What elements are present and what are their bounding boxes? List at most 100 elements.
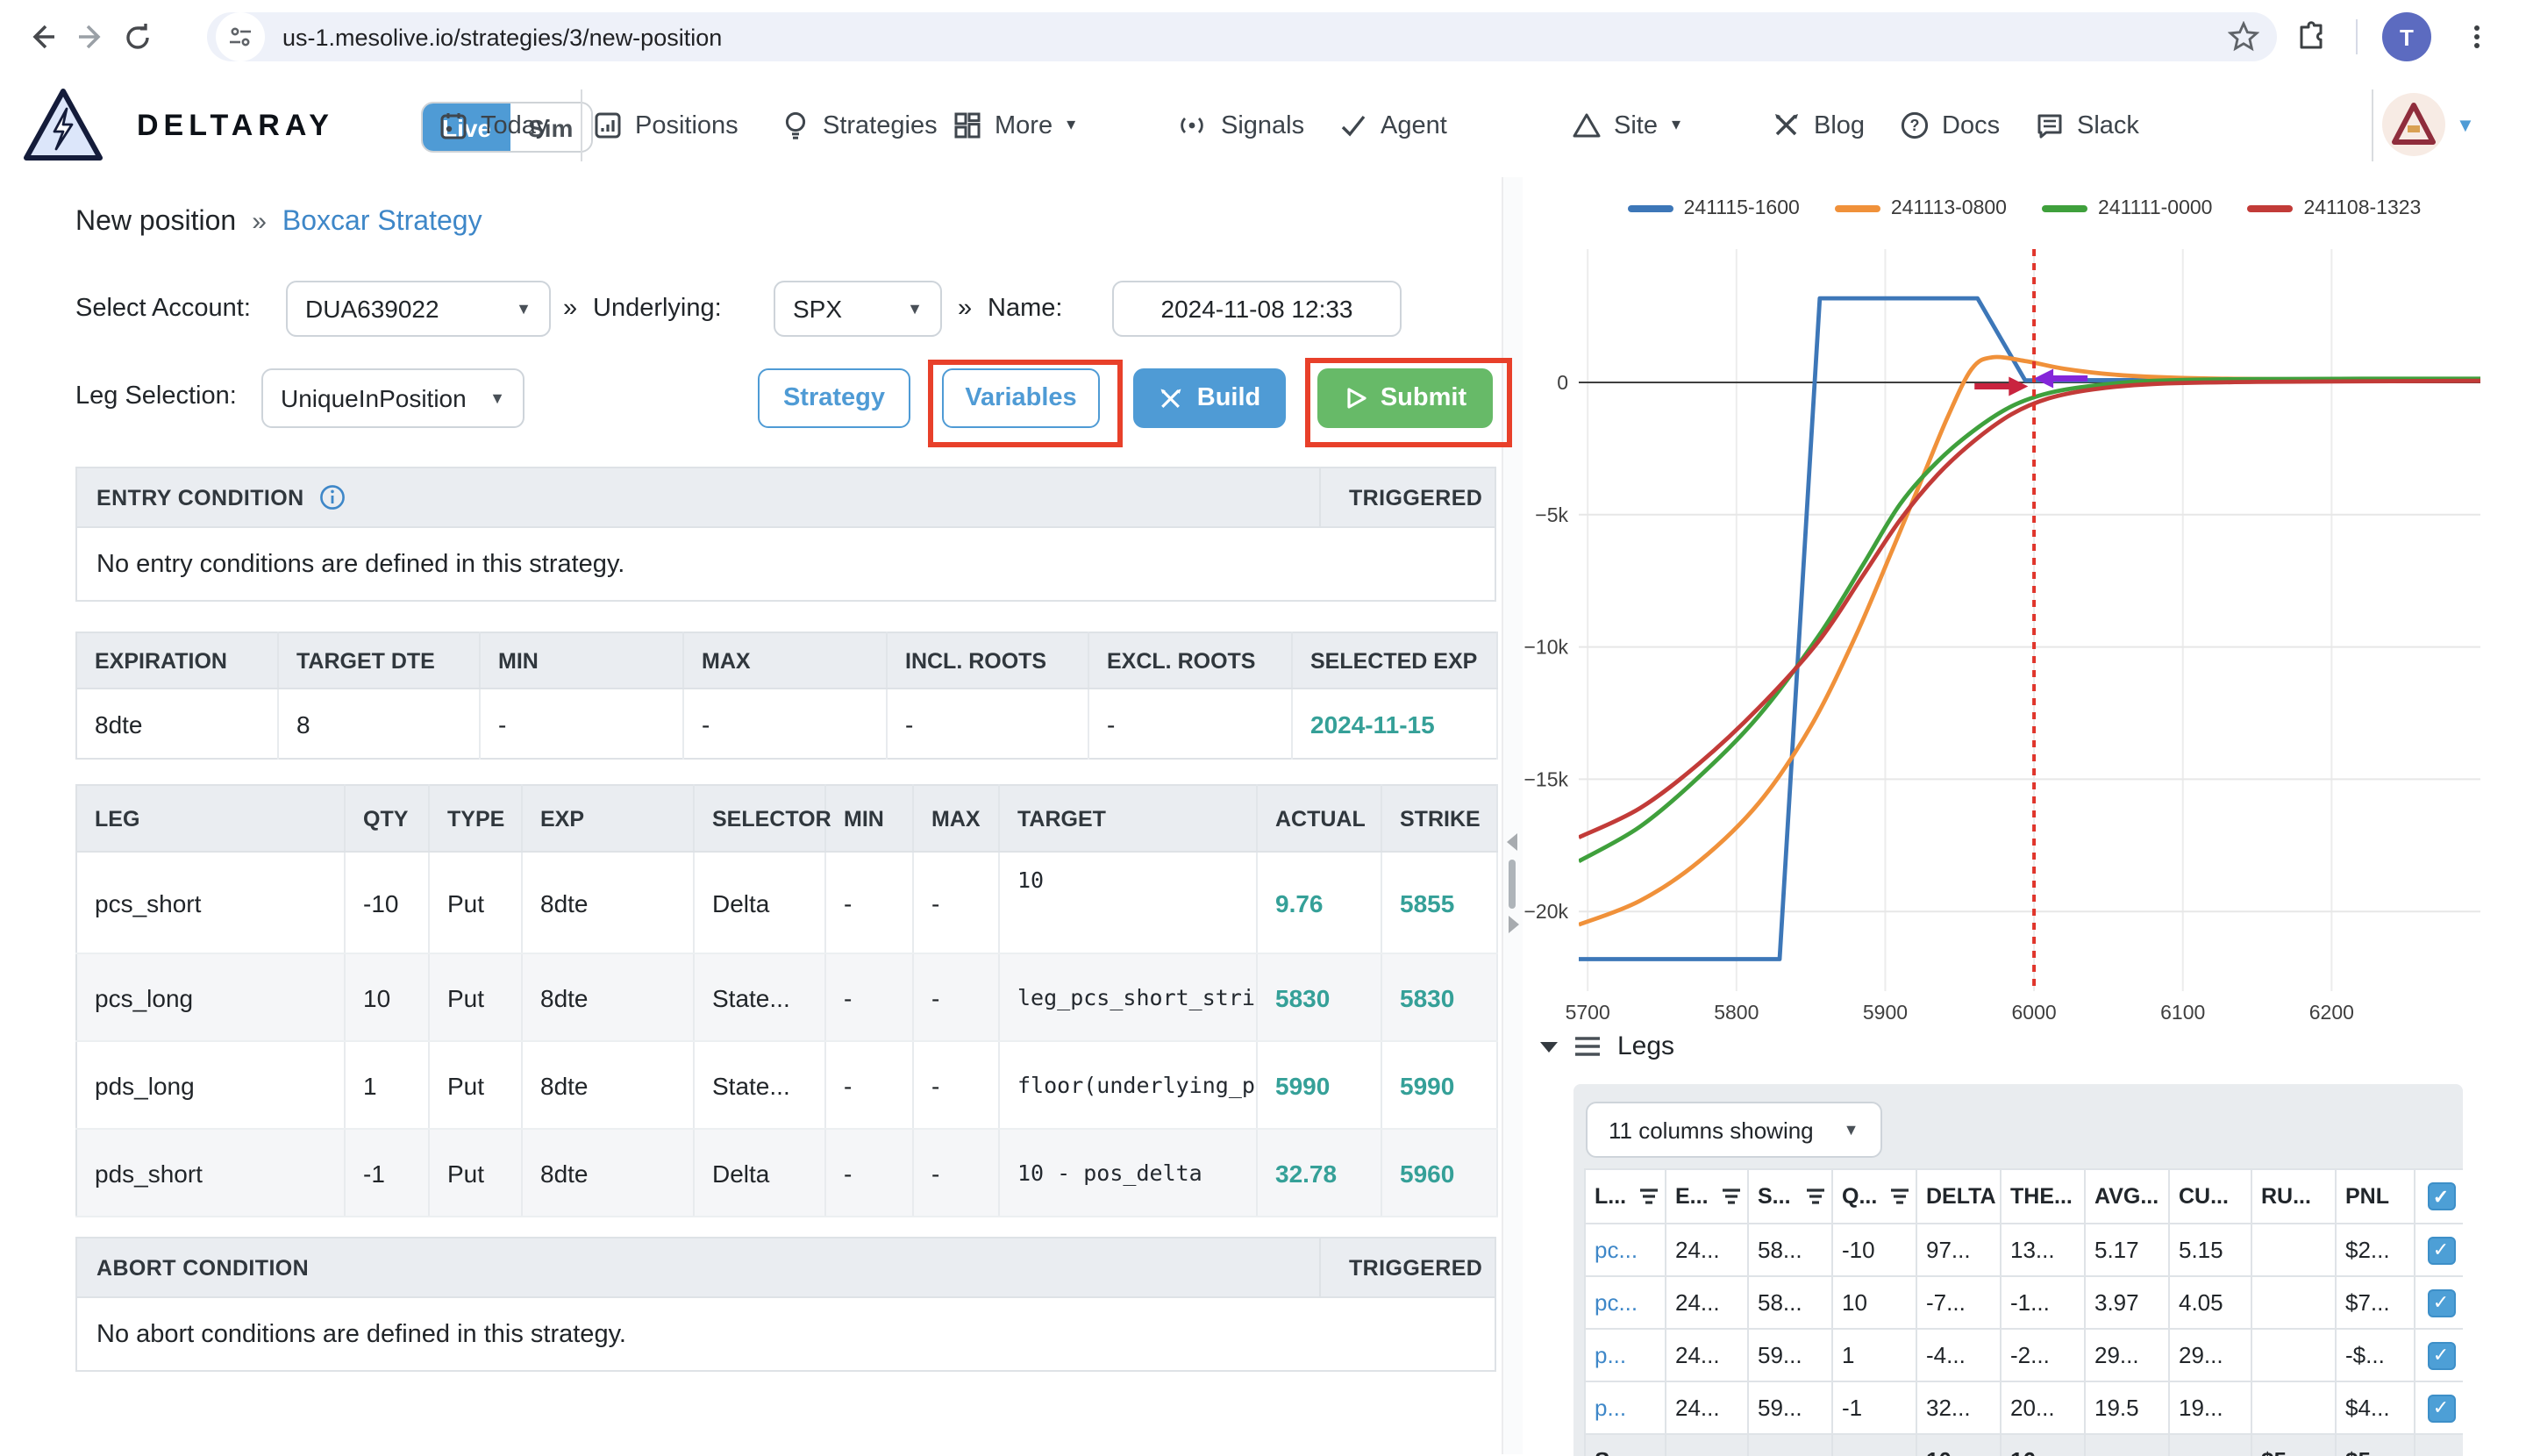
- legend-item[interactable]: 241108-1323: [2247, 198, 2421, 219]
- abort-condition-section: ABORT CONDITION TRIGGERED No abort condi…: [75, 1237, 1496, 1372]
- payoff-chart[interactable]: 0 −5k −10k −15k −20k 5700 5800 5900 6000 6100 6200: [1523, 177, 2526, 1028]
- cell-min: -: [825, 852, 914, 954]
- cell-strike[interactable]: 5830: [1381, 953, 1498, 1042]
- nav-item-site[interactable]: Site ▾: [1572, 74, 1680, 177]
- strategy-button[interactable]: Strategy: [758, 368, 910, 428]
- legend-item[interactable]: 241113-0800: [1834, 198, 2007, 219]
- nav-item-docs[interactable]: ? Docs: [1900, 74, 2000, 177]
- mini-cell: 58...: [1747, 1223, 1833, 1277]
- mini-cell: -$...: [2335, 1328, 2415, 1382]
- row-checkbox[interactable]: ✓: [2414, 1275, 2463, 1330]
- mini-cell[interactable]: pc...: [1584, 1223, 1666, 1277]
- col-incl-roots: INCL. ROOTS: [887, 632, 1089, 689]
- cell-strike[interactable]: 5990: [1381, 1041, 1498, 1130]
- legs-section-title: Legs: [1617, 1031, 1675, 1061]
- nav-item-strategies[interactable]: Strategies: [781, 74, 938, 177]
- svg-text:−20k: −20k: [1523, 900, 1568, 923]
- name-input[interactable]: 2024-11-08 12:33: [1112, 281, 1402, 337]
- nav-item-today[interactable]: Today: [439, 74, 548, 177]
- cell-target: 10: [999, 852, 1258, 954]
- address-bar[interactable]: us-1.mesolive.io/strategies/3/new-positi…: [207, 12, 2277, 61]
- mini-cell: [1831, 1433, 1917, 1456]
- collapse-right-icon[interactable]: [1509, 916, 1519, 933]
- cell-qty: -1: [345, 1129, 430, 1217]
- mini-col-s[interactable]: S...: [1747, 1168, 1833, 1224]
- browser-profile-avatar[interactable]: T: [2382, 12, 2431, 61]
- selected-exp-link[interactable]: 2024-11-15: [1292, 689, 1498, 759]
- nav-item-slack[interactable]: Slack: [2035, 74, 2139, 177]
- mini-cell-empty: [2414, 1433, 2463, 1456]
- mini-cell[interactable]: p...: [1584, 1381, 1666, 1435]
- expiration-table: EXPIRATION TARGET DTE MIN MAX INCL. ROOT…: [75, 632, 1498, 760]
- mini-cell: 24...: [1665, 1328, 1749, 1382]
- select-all-checkbox[interactable]: ✓: [2414, 1168, 2463, 1224]
- mini-cell[interactable]: p...: [1584, 1328, 1666, 1382]
- extensions-icon[interactable]: [2291, 16, 2333, 58]
- info-icon[interactable]: [320, 484, 346, 510]
- legs-mini-table: L... E... S... Q... DELTA THE... AVG... CU... RU…: [1584, 1168, 2463, 1456]
- cell-actual[interactable]: 32.78: [1257, 1129, 1382, 1217]
- bookmark-star-icon[interactable]: [2228, 21, 2259, 53]
- user-avatar[interactable]: [2382, 93, 2445, 156]
- mini-col-ru[interactable]: RU...: [2251, 1168, 2337, 1224]
- cell-max: -: [913, 1129, 1000, 1217]
- strategy-link[interactable]: Boxcar Strategy: [282, 207, 482, 239]
- chevron-down-icon[interactable]: ▼: [2456, 116, 2475, 137]
- mini-col-q[interactable]: Q...: [1831, 1168, 1917, 1224]
- mini-col-e[interactable]: E...: [1665, 1168, 1749, 1224]
- account-value: DUA639022: [305, 295, 439, 323]
- nav-item-signals[interactable]: Signals: [1175, 74, 1304, 177]
- check-icon: [1341, 115, 1366, 137]
- mini-col-delta[interactable]: DELTA: [1916, 1168, 2002, 1224]
- cell-actual[interactable]: 5990: [1257, 1041, 1382, 1130]
- question-icon: ?: [1901, 111, 1929, 139]
- mini-col-avg[interactable]: AVG...: [2084, 1168, 2170, 1224]
- nav-item-blog[interactable]: Blog: [1772, 74, 1865, 177]
- reload-icon[interactable]: [116, 16, 158, 58]
- mini-row: pc... 24... 58... 10 -7... -1... 3.97 4.05 $7...…: [1584, 1275, 2463, 1330]
- collapse-left-icon[interactable]: [1507, 833, 1517, 851]
- leg-selection-select[interactable]: UniqueInPosition ▼: [261, 368, 524, 428]
- cell-strike[interactable]: 5855: [1381, 852, 1498, 954]
- brand-name[interactable]: DELTARAY: [137, 74, 334, 177]
- mini-cell: Sum: [1584, 1433, 1666, 1456]
- columns-showing-button[interactable]: 11 columns showing ▼: [1586, 1102, 1882, 1158]
- mini-cell: 13...: [2000, 1223, 2086, 1277]
- site-info-icon[interactable]: [216, 12, 265, 61]
- row-checkbox[interactable]: ✓: [2414, 1381, 2463, 1435]
- cell-strike[interactable]: 5960: [1381, 1129, 1498, 1217]
- account-select[interactable]: DUA639022 ▼: [286, 281, 551, 337]
- nav-item-agent[interactable]: Agent: [1338, 74, 1447, 177]
- row-checkbox[interactable]: ✓: [2414, 1328, 2463, 1382]
- underlying-select[interactable]: SPX ▼: [774, 281, 942, 337]
- collapse-triangle-icon[interactable]: [1540, 1041, 1558, 1052]
- mini-col-pnl[interactable]: PNL: [2335, 1168, 2415, 1224]
- nav-item-positions[interactable]: Positions: [593, 74, 739, 177]
- url-text: us-1.mesolive.io/strategies/3/new-positi…: [282, 24, 723, 50]
- back-icon[interactable]: [21, 16, 63, 58]
- legs-section-header[interactable]: Legs: [1540, 1031, 1674, 1061]
- forward-icon[interactable]: [70, 16, 112, 58]
- build-button[interactable]: Build: [1133, 368, 1286, 428]
- cell-selector: State...: [694, 953, 826, 1042]
- cell-min: -: [480, 689, 684, 759]
- mini-cell: 5.15: [2168, 1223, 2252, 1277]
- leg-selection-label: Leg Selection:: [75, 382, 237, 410]
- svg-text:5800: 5800: [1714, 1001, 1759, 1024]
- row-checkbox[interactable]: ✓: [2414, 1223, 2463, 1277]
- mini-cell: 19.5: [2084, 1381, 2170, 1435]
- mini-col-the[interactable]: THE...: [2000, 1168, 2086, 1224]
- legend-item[interactable]: 241111-0000: [2042, 198, 2212, 219]
- legend-item[interactable]: 241115-1600: [1627, 198, 1800, 219]
- splitter-handle[interactable]: [1509, 860, 1516, 909]
- mini-col-cu[interactable]: CU...: [2168, 1168, 2252, 1224]
- deltaray-logo-icon[interactable]: [23, 88, 103, 161]
- cell-actual[interactable]: 5830: [1257, 953, 1382, 1042]
- kebab-menu-icon[interactable]: [2456, 16, 2498, 58]
- mini-col-l[interactable]: L...: [1584, 1168, 1666, 1224]
- mini-cell[interactable]: pc...: [1584, 1275, 1666, 1330]
- cell-target-dte: 8: [278, 689, 481, 759]
- nav-label: Today: [481, 111, 549, 139]
- cell-actual[interactable]: 9.76: [1257, 852, 1382, 954]
- nav-item-more[interactable]: More ▾: [953, 74, 1075, 177]
